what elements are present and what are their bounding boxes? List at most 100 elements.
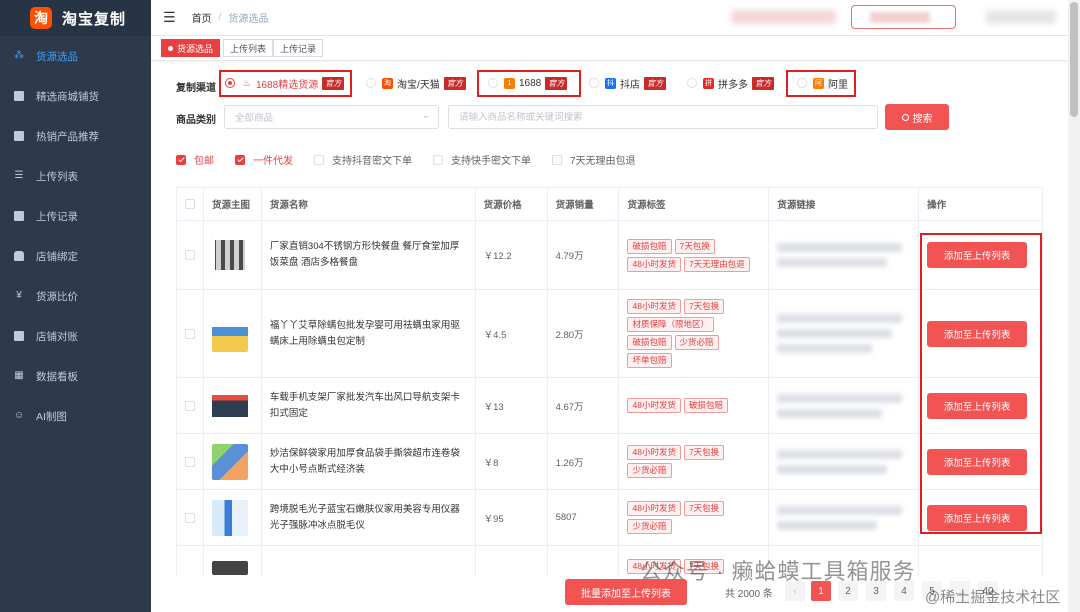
tags-view: 货源选品 上传列表 上传记录 xyxy=(151,36,1068,61)
taobao-logo-icon: 淘 xyxy=(30,7,52,29)
redacted-link[interactable] xyxy=(777,520,878,530)
scrollbar-thumb[interactable] xyxy=(1070,2,1078,117)
page-2[interactable]: 2 xyxy=(838,581,858,601)
redacted-link[interactable] xyxy=(777,329,893,338)
table-row: 车载手机支架厂家批发汽车出风口导航支架卡扣式固定 ￥13 4.67万 48小时发… xyxy=(177,378,1043,434)
radio-button[interactable] xyxy=(225,78,235,88)
redacted-user[interactable] xyxy=(986,10,1056,24)
checkbox[interactable] xyxy=(176,154,186,165)
sidebar-item-label: 店铺绑定 xyxy=(36,250,78,263)
radio-button[interactable] xyxy=(687,78,697,88)
header-sales: 货源销量 xyxy=(548,188,620,220)
product-image[interactable] xyxy=(211,443,248,480)
product-image[interactable] xyxy=(211,387,248,424)
source-tag: 破损包赔 xyxy=(683,398,728,413)
source-tag: 48小时发货 xyxy=(627,256,681,272)
prev-page-button[interactable]: ‹ xyxy=(785,581,805,601)
product-name[interactable]: 车载手机支架厂家批发汽车出风口导航支架卡扣式固定 xyxy=(270,390,467,422)
redacted-link[interactable] xyxy=(777,464,888,474)
tab-source-selection[interactable]: 货源选品 xyxy=(161,39,221,57)
sidebar-item-dashboard[interactable]: ▦ 数据看板 xyxy=(0,356,151,396)
radio-button[interactable] xyxy=(488,78,498,88)
product-name[interactable]: 妙洁保鲜袋家用加厚食品袋手撕袋超市连卷袋大中小号点断式经济装 xyxy=(270,446,467,478)
bulk-add-button[interactable]: 批量添加至上传列表 xyxy=(565,579,687,605)
row-checkbox[interactable] xyxy=(184,250,195,260)
radio-button[interactable] xyxy=(797,78,807,88)
product-image[interactable] xyxy=(211,237,248,273)
channel-douyin[interactable]: 抖 抖店 官方 xyxy=(589,73,666,93)
row-checkbox[interactable] xyxy=(184,400,195,411)
redacted-link[interactable] xyxy=(777,344,873,353)
product-name[interactable]: 厂家直销304不锈钢方形快餐盘 餐厅食堂加厚饭菜盘 酒店多格餐盘 xyxy=(270,239,467,271)
redacted-link[interactable] xyxy=(777,258,888,267)
channel-1688[interactable]: 1 1688 官方 xyxy=(488,73,568,93)
checkbox-dropshipping[interactable]: 一件代发 xyxy=(235,152,293,167)
redacted-link[interactable] xyxy=(777,393,903,403)
redacted-link[interactable] xyxy=(777,449,903,459)
radio-button[interactable] xyxy=(589,78,599,88)
product-image[interactable] xyxy=(211,315,248,352)
tab-upload-list[interactable]: 上传列表 xyxy=(223,39,274,57)
highlight-frame xyxy=(920,233,1042,534)
active-dot-icon xyxy=(168,45,173,51)
radio-button[interactable] xyxy=(366,78,376,88)
redacted-link[interactable] xyxy=(777,243,903,252)
sidebar-item-mall-listing[interactable]: 精选商城铺货 xyxy=(0,76,151,116)
name-cell xyxy=(262,546,476,576)
tab-upload-records[interactable]: 上传记录 xyxy=(273,39,324,57)
page-4[interactable]: 4 xyxy=(894,581,914,601)
channel-ali[interactable]: 阿 阿里 xyxy=(797,73,848,93)
name-cell: 厂家直销304不锈钢方形快餐盘 餐厅食堂加厚饭菜盘 酒店多格餐盘 xyxy=(262,221,476,289)
checkbox-douyin-cipher[interactable]: 支持抖音密文下单 xyxy=(314,152,412,167)
checkbox-free-shipping[interactable]: 包邮 xyxy=(176,152,214,167)
checkbox-7day-return[interactable]: 7天无理由包退 xyxy=(552,152,636,167)
row-checkbox[interactable] xyxy=(184,512,195,523)
image-cell xyxy=(204,378,262,433)
checkbox[interactable] xyxy=(433,154,443,165)
price-cell: ￥8 xyxy=(476,434,548,489)
channel-taobao[interactable]: 淘 淘宝/天猫 官方 xyxy=(366,73,466,93)
vertical-scrollbar[interactable] xyxy=(1068,0,1080,612)
sidebar-item-upload-records[interactable]: 上传记录 xyxy=(0,196,151,236)
product-name[interactable]: 福丫丫艾草除螨包批发孕婴可用祛螨虫家用驱螨床上用除螨虫包定制 xyxy=(270,318,467,350)
search-button[interactable]: 搜索 xyxy=(885,104,949,130)
table-row: 跨境脱毛光子蓝宝石嫩肤仪家用美容专用仪器光子强脉冲冰点脱毛仪 ￥95 5807 … xyxy=(177,490,1043,546)
channel-pinduoduo[interactable]: 拼 拼多多 官方 xyxy=(687,73,774,93)
sidebar-item-shop-binding[interactable]: 店铺绑定 xyxy=(0,236,151,276)
official-badge: 官方 xyxy=(545,76,568,90)
sidebar-item-price-compare[interactable]: ¥ 货源比价 xyxy=(0,276,151,316)
checkbox[interactable] xyxy=(235,154,245,165)
product-image[interactable] xyxy=(211,561,248,575)
row-checkbox[interactable] xyxy=(184,328,195,339)
redacted-button[interactable] xyxy=(851,5,956,29)
select-all-checkbox[interactable] xyxy=(184,199,195,209)
checkbox-kuaishou-cipher[interactable]: 支持快手密文下单 xyxy=(433,152,531,167)
app-title: 淘宝复制 xyxy=(62,10,127,28)
redacted-link[interactable] xyxy=(777,505,903,515)
redacted-link[interactable] xyxy=(777,314,903,323)
page-3[interactable]: 3 xyxy=(866,581,886,601)
row-checkbox[interactable] xyxy=(184,456,195,467)
sidebar-item-ai-drawing[interactable]: ☺ AI制图 xyxy=(0,396,151,436)
channel-1688-select[interactable]: ♨ 1688精选货源 官方 xyxy=(225,73,345,93)
sidebar-item-hot-products[interactable]: 热销产品推荐 xyxy=(0,116,151,156)
sidebar-item-shop-reconcile[interactable]: 店铺对账 xyxy=(0,316,151,356)
sidebar-item-upload-list[interactable]: ☰ 上传列表 xyxy=(0,156,151,196)
hamburger-icon[interactable]: ☰ xyxy=(163,9,176,26)
product-image[interactable] xyxy=(211,499,248,536)
product-name[interactable]: 跨境脱毛光子蓝宝石嫩肤仪家用美容专用仪器光子强脉冲冰点脱毛仪 xyxy=(270,502,467,534)
price-cell: ￥4.5 xyxy=(476,290,548,377)
tags-cell: 破损包赔 7天包换 48小时发货 7天无理由包退 xyxy=(619,221,770,289)
checkbox[interactable] xyxy=(314,154,324,165)
page-1[interactable]: 1 xyxy=(811,581,831,601)
channel-label-text: 淘宝/天猫 xyxy=(397,79,440,91)
sidebar-item-label: 上传记录 xyxy=(36,210,78,223)
checkbox[interactable] xyxy=(552,154,562,165)
search-input[interactable] xyxy=(448,105,878,129)
app-logo[interactable]: 淘 淘宝复制 xyxy=(0,0,151,36)
sidebar-item-source-selection[interactable]: ⁂ 货源选品 xyxy=(0,36,151,76)
source-tag: 48小时发货 xyxy=(627,501,681,516)
redacted-link[interactable] xyxy=(777,408,883,418)
category-select[interactable]: 全部商品 ⌄ xyxy=(224,105,439,129)
breadcrumb-home[interactable]: 首页 xyxy=(192,10,212,25)
